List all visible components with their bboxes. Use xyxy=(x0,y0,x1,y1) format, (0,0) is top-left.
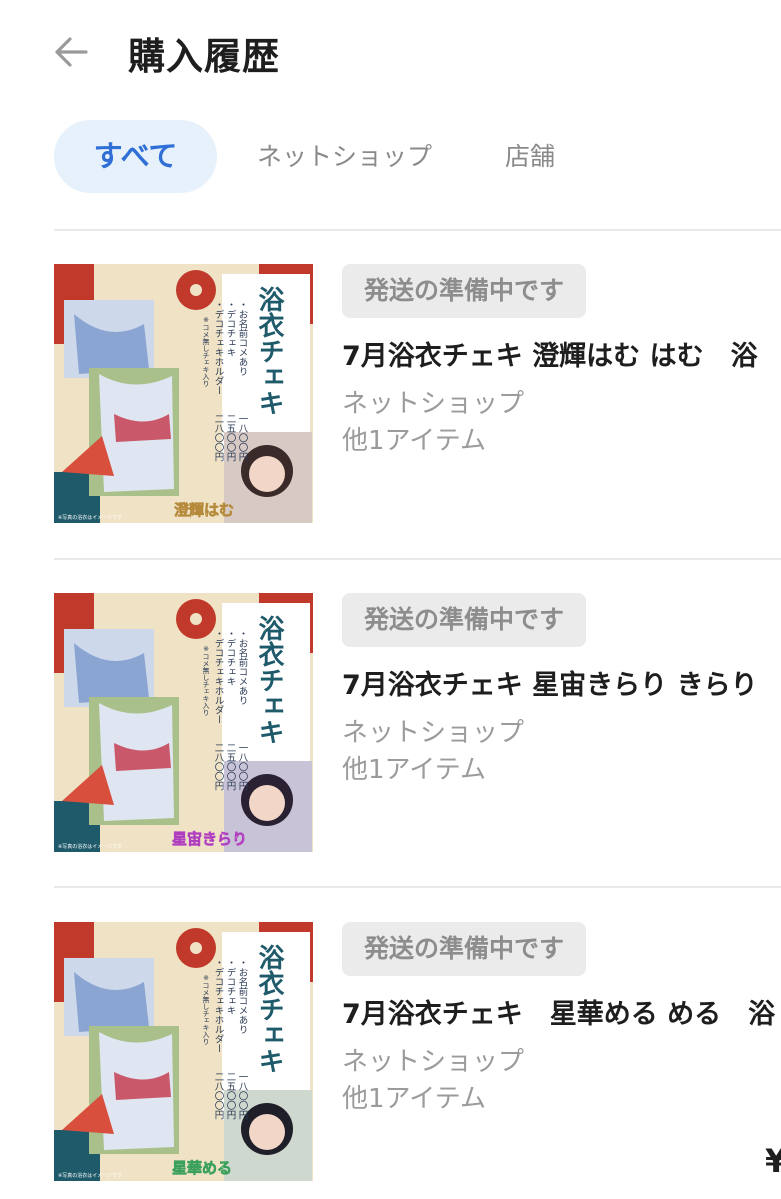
tab-store[interactable]: 店舗 xyxy=(505,120,555,193)
poster-menu: ・お名前コメあり xyxy=(237,958,249,1034)
status-badge: 発送の準備中です xyxy=(342,922,587,976)
order-shop-type: ネットショップ xyxy=(342,1047,525,1077)
poster-title: 浴衣チェキ xyxy=(254,286,284,416)
price-partial: ¥ xyxy=(765,1142,781,1180)
product-thumbnail: 七月 浴衣チェキ ・お名前コメあり ・デコチェキ ・デコチェキホルダー ※コメ無… xyxy=(54,264,313,523)
order-item[interactable]: 七月 浴衣チェキ ・お名前コメあり ・デコチェキ ・デコチェキホルダー ※コメ無… xyxy=(0,922,781,1182)
poster-menu: ・デコチェキ xyxy=(225,958,237,1015)
poster-price: 二八〇〇円 xyxy=(213,743,225,791)
poster-menu: ※コメ無しチェキ入り xyxy=(202,316,210,387)
poster-member-name: 星宙きらり xyxy=(172,830,247,848)
poster-price: 二八〇〇円 xyxy=(213,1072,225,1120)
poster-menu: ・デコチェキホルダー xyxy=(213,300,225,395)
poster-menu: ・お名前コメあり xyxy=(237,300,249,376)
poster-month: 七月 xyxy=(285,940,303,971)
poster-note: ※写真の浴衣はイメージです xyxy=(58,514,122,521)
order-item[interactable]: 七月 浴衣チェキ ・お名前コメあり ・デコチェキ ・デコチェキホルダー ※コメ無… xyxy=(0,264,781,524)
app-header: 購入履歴 xyxy=(0,0,781,105)
poster-price: 二八〇〇円 xyxy=(213,414,225,462)
poster-member-name: 星華める xyxy=(172,1159,232,1177)
divider xyxy=(54,229,781,231)
poster-title: 浴衣チェキ xyxy=(254,615,284,745)
status-badge: 発送の準備中です xyxy=(342,593,587,647)
poster-menu: ・デコチェキホルダー xyxy=(213,629,225,724)
poster-menu: ※コメ無しチェキ入り xyxy=(202,974,210,1045)
order-item[interactable]: 七月 浴衣チェキ ・お名前コメあり ・デコチェキ ・デコチェキホルダー ※コメ無… xyxy=(0,593,781,853)
product-thumbnail: 七月 浴衣チェキ ・お名前コメあり ・デコチェキ ・デコチェキホルダー ※コメ無… xyxy=(54,922,313,1181)
page-title: 購入履歴 xyxy=(128,35,280,78)
poster-menu: ※コメ無しチェキ入り xyxy=(202,645,210,716)
poster-price: 二五〇〇円 xyxy=(225,743,237,791)
divider xyxy=(54,886,781,888)
poster-menu: ・お名前コメあり xyxy=(237,629,249,705)
order-item-name: 7月浴衣チェキ 星華める める 浴 xyxy=(342,999,776,1030)
order-item-name: 7月浴衣チェキ 澄輝はむ はむ 浴 xyxy=(342,341,758,372)
order-shop-type: ネットショップ xyxy=(342,389,525,419)
status-badge: 発送の準備中です xyxy=(342,264,587,318)
poster-menu: ・デコチェキ xyxy=(225,300,237,357)
arrow-left-icon xyxy=(55,37,88,67)
order-item-count: 他1アイテム xyxy=(342,426,486,456)
poster-month: 七月 xyxy=(285,611,303,642)
poster-month: 七月 xyxy=(285,282,303,313)
order-item-count: 他1アイテム xyxy=(342,1084,486,1114)
poster-note: ※写真の浴衣はイメージです xyxy=(58,843,122,850)
back-button[interactable] xyxy=(50,30,94,74)
poster-menu: ・デコチェキホルダー xyxy=(213,958,225,1053)
poster-price: 一八〇〇円 xyxy=(237,1072,249,1120)
order-item-name: 7月浴衣チェキ 星宙きらり きらり xyxy=(342,670,758,701)
poster-note: ※写真の浴衣はイメージです xyxy=(58,1172,122,1179)
order-shop-type: ネットショップ xyxy=(342,718,525,748)
filter-tabs: すべて ネットショップ 店舗 xyxy=(0,120,781,195)
poster-price: 一八〇〇円 xyxy=(237,414,249,462)
product-thumbnail: 七月 浴衣チェキ ・お名前コメあり ・デコチェキ ・デコチェキホルダー ※コメ無… xyxy=(54,593,313,852)
poster-title: 浴衣チェキ xyxy=(254,944,284,1074)
tab-all[interactable]: すべて xyxy=(54,120,217,193)
poster-price: 二五〇〇円 xyxy=(225,1072,237,1120)
order-item-count: 他1アイテム xyxy=(342,755,486,785)
poster-price: 一八〇〇円 xyxy=(237,743,249,791)
poster-menu: ・デコチェキ xyxy=(225,629,237,686)
poster-member-name: 澄輝はむ xyxy=(174,501,234,519)
poster-price: 二五〇〇円 xyxy=(225,414,237,462)
tab-net-shop[interactable]: ネットショップ xyxy=(257,120,432,193)
divider xyxy=(54,558,781,560)
